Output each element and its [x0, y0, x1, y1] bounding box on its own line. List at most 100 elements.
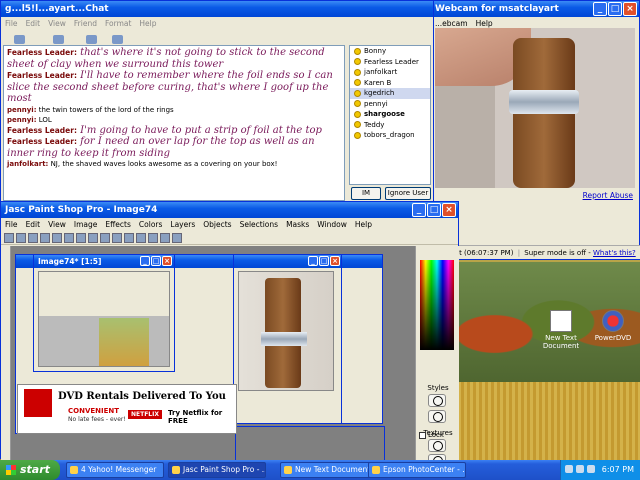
layers-icon[interactable] — [148, 232, 158, 243]
chat-menu-help[interactable]: Help — [139, 17, 156, 30]
chat-message: janfolkart: NJ, the shaved waves looks a… — [7, 159, 341, 169]
chat-sender: Fearless Leader: — [7, 137, 77, 146]
save-icon[interactable] — [28, 232, 38, 243]
chat-window[interactable]: g...l5!l...ayart...Chat File Edit View Frie… — [0, 0, 434, 203]
maximize-icon[interactable]: □ — [151, 256, 161, 266]
chat-menu-view[interactable]: View — [48, 17, 66, 30]
resize-icon[interactable] — [112, 232, 122, 243]
desktop-icon-powerdvd[interactable]: PowerDVD — [588, 310, 638, 342]
psp-menu-image[interactable]: Image — [74, 218, 98, 231]
image74-subwindow[interactable]: Image74* [1:5] _ □ × — [33, 254, 175, 372]
open-icon[interactable] — [16, 232, 26, 243]
minimize-icon[interactable]: _ — [593, 2, 607, 16]
color-picker[interactable] — [420, 260, 454, 350]
zoom-icon[interactable] — [136, 232, 146, 243]
taskbar-item[interactable]: New Text Document - ... — [280, 462, 378, 478]
cylinder-titlebar[interactable]: _ □ × — [234, 255, 342, 268]
whats-this-link[interactable]: What's this? — [593, 249, 636, 257]
new-icon[interactable] — [4, 232, 14, 243]
psp-menu-selections[interactable]: Selections — [240, 218, 278, 231]
chat-menu-file[interactable]: File — [5, 17, 18, 30]
psp-menu-file[interactable]: File — [5, 218, 18, 231]
dvd-rental-ad[interactable]: DVD Rentals Delivered To You CONVENIENT … — [17, 384, 237, 434]
psp-menu-help[interactable]: Help — [355, 218, 372, 231]
psp-menu-view[interactable]: View — [48, 218, 66, 231]
buddy-item[interactable]: pennyi — [350, 99, 430, 110]
desktop-icon-new-text-document[interactable]: New Text Document — [536, 310, 586, 350]
buddy-name: Teddy — [364, 120, 385, 129]
buddy-name: Karen B — [364, 78, 392, 87]
im-button[interactable]: IM — [351, 187, 381, 200]
print-icon[interactable] — [124, 232, 134, 243]
buddy-list[interactable]: Bonny Fearless Leader janfolkart Karen B kge… — [349, 45, 431, 185]
psp-menu-layers[interactable]: Layers — [170, 218, 195, 231]
chat-menu-format[interactable]: Format — [105, 17, 131, 30]
volume-icon[interactable] — [576, 465, 584, 473]
image74-titlebar[interactable]: Image74* [1:5] _ □ × — [34, 255, 174, 268]
copy-icon[interactable] — [76, 232, 86, 243]
redo-icon[interactable] — [52, 232, 62, 243]
taskbar-item[interactable]: Jasc Paint Shop Pro - ... — [168, 462, 266, 478]
network-icon[interactable] — [565, 465, 573, 473]
chat-log[interactable]: Fearless Leader: that's where it's not g… — [3, 45, 345, 201]
image-window-cylinder[interactable]: _ □ × — [233, 254, 343, 424]
psp-window[interactable]: Jasc Paint Shop Pro - Image74 _ □ × File… — [0, 201, 459, 468]
chat-titlebar[interactable]: g...l5!l...ayart...Chat — [1, 1, 433, 17]
buddy-item[interactable]: Bonny — [350, 46, 430, 57]
taskbar-item[interactable]: Epson PhotoCenter - ... — [368, 462, 466, 478]
buddy-item[interactable]: Teddy — [350, 120, 430, 131]
histogram-icon[interactable] — [160, 232, 170, 243]
psp-menu-window[interactable]: Window — [317, 218, 347, 231]
maximize-icon[interactable]: □ — [608, 2, 622, 16]
lock-checkbox[interactable] — [419, 431, 426, 439]
psp-menu-colors[interactable]: Colors — [139, 218, 163, 231]
voice-icon — [85, 35, 97, 44]
minimize-icon[interactable]: _ — [308, 256, 318, 266]
close-icon[interactable]: × — [623, 2, 637, 16]
buddy-item[interactable]: kgedrich — [350, 88, 430, 99]
undo-icon[interactable] — [40, 232, 50, 243]
psp-menu-masks[interactable]: Masks — [286, 218, 309, 231]
chat-menu-friend[interactable]: Friend — [74, 17, 97, 30]
buddy-name: janfolkart — [364, 68, 398, 76]
buddy-item[interactable]: shargoose — [350, 109, 430, 120]
right-titlebar[interactable] — [342, 255, 382, 268]
close-icon[interactable]: × — [442, 203, 456, 217]
image-window-right[interactable] — [341, 254, 383, 424]
minimize-icon[interactable]: _ — [140, 256, 150, 266]
psp-menu-effects[interactable]: Effects — [105, 218, 131, 231]
chat-icon — [111, 35, 123, 44]
start-button[interactable]: start — [0, 460, 60, 480]
psp-menu-edit[interactable]: Edit — [26, 218, 41, 231]
lock-control[interactable]: Lock — [419, 431, 444, 439]
crop-icon[interactable] — [100, 232, 110, 243]
minimize-icon[interactable]: _ — [412, 203, 426, 217]
foil-strip-image — [509, 90, 579, 114]
webcam-titlebar[interactable]: Webcam for msatclayart _ □ × — [431, 1, 639, 17]
styles-button[interactable] — [428, 394, 446, 407]
maximize-icon[interactable]: □ — [319, 256, 329, 266]
psp-menu-objects[interactable]: Objects — [203, 218, 231, 231]
close-icon[interactable]: × — [162, 256, 172, 266]
buddy-item[interactable]: Fearless Leader — [350, 57, 430, 68]
cut-icon[interactable] — [64, 232, 74, 243]
paste-icon[interactable] — [88, 232, 98, 243]
system-tray: 6:07 PM — [560, 460, 640, 480]
close-icon[interactable]: × — [330, 256, 340, 266]
styles-swap-button[interactable] — [428, 410, 446, 423]
buddy-item[interactable]: Karen B — [350, 78, 430, 89]
textures-button[interactable] — [428, 439, 446, 452]
taskbar-item[interactable]: 4 Yahoo! Messenger — [66, 462, 164, 478]
ignore-user-button[interactable]: Ignore User — [385, 187, 431, 200]
buddy-item[interactable]: tobors_dragon — [350, 130, 430, 141]
chat-sender: pennyi: — [7, 115, 37, 124]
chat-menu-edit[interactable]: Edit — [26, 17, 41, 30]
help-icon[interactable] — [172, 232, 182, 243]
psp-titlebar[interactable]: Jasc Paint Shop Pro - Image74 _ □ × — [1, 202, 458, 218]
webcam-video — [435, 28, 635, 188]
messenger-icon[interactable] — [587, 465, 595, 473]
webcam-window[interactable]: Webcam for msatclayart _ □ × ...ebcam Hel… — [430, 0, 640, 260]
buddy-item[interactable]: janfolkart — [350, 67, 430, 78]
maximize-icon[interactable]: □ — [427, 203, 441, 217]
report-abuse-link[interactable]: Report Abuse — [583, 191, 633, 200]
